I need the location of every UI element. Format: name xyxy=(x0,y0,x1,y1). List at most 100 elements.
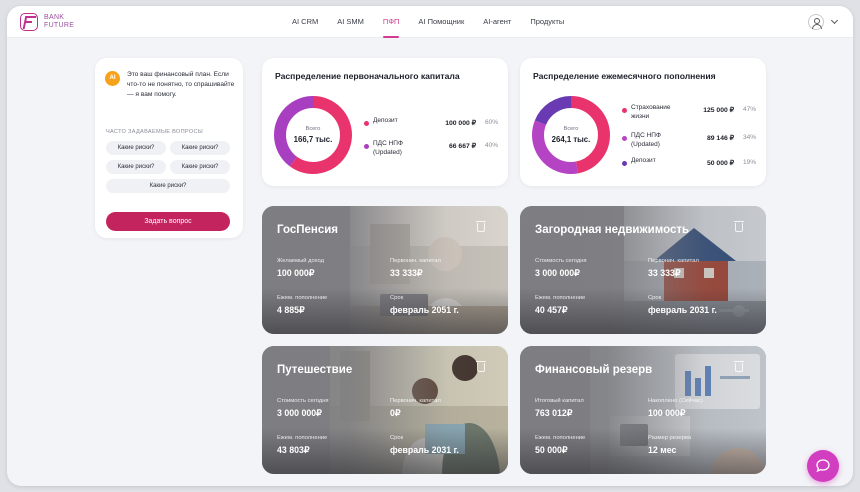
goal-value: февраль 2031 г. xyxy=(390,445,459,455)
goal-value: 3 000 000₽ xyxy=(277,408,322,418)
legend-percent: 47% xyxy=(742,106,756,113)
goal-label: Срок xyxy=(390,295,404,301)
chat-bubble-icon xyxy=(816,459,830,472)
legend-row: Депозит 100 000 ₽ 60% xyxy=(364,115,499,135)
goal-card-reserve[interactable]: Финансовый резерв Итоговый капитал 763 0… xyxy=(520,346,766,474)
legend-name: ПДС НПФ (Updated) xyxy=(631,132,661,148)
goal-label: Ежем. пополнение xyxy=(277,435,328,441)
goal-label: Первонач. капитал xyxy=(648,258,699,264)
goal-label: Стоимость сегодня xyxy=(277,398,329,404)
legend-amount: 50 000 ₽ xyxy=(706,160,734,167)
legend-amount: 125 000 ₽ xyxy=(703,107,734,114)
goal-label: Желаемый доход xyxy=(277,258,324,264)
main-nav: AI CRM AI SMM ПФП AI Помощник AI-агент П… xyxy=(292,6,583,38)
faq-chip[interactable]: Какие риски? xyxy=(106,179,230,193)
assistant-message: Это ваш финансовый план. Если что-то не … xyxy=(127,71,235,98)
trash-icon[interactable] xyxy=(476,361,486,372)
goal-value: 4 885₽ xyxy=(277,305,305,315)
goal-label: Итоговый капитал xyxy=(535,398,584,404)
nav-item-ai-smm[interactable]: AI SMM xyxy=(337,6,364,38)
legend-row: ПДС НПФ (Updated) 66 667 ₽ 40% xyxy=(364,138,499,158)
capital-distribution-card: Распределение первоначального капитала В… xyxy=(262,58,508,186)
nav-item-products[interactable]: Продукты xyxy=(530,6,564,38)
goal-label: Накоплено (Сейчас) xyxy=(648,398,703,404)
user-avatar-icon[interactable] xyxy=(808,14,824,30)
assistant-panel: AI Это ваш финансовый план. Если что-то … xyxy=(95,58,243,238)
donut-total-label: Всего xyxy=(563,126,579,132)
goal-value: 12 мес xyxy=(648,445,677,455)
legend-dot xyxy=(622,161,627,166)
nav-item-ai-crm[interactable]: AI CRM xyxy=(292,6,318,38)
monthly-distribution-card: Распределение ежемесячного пополнения Вс… xyxy=(520,58,766,186)
trash-icon[interactable] xyxy=(734,221,744,232)
faq-chip[interactable]: Какие риски? xyxy=(170,160,230,174)
legend-name: Депозит xyxy=(631,157,656,164)
legend-amount: 66 667 ₽ xyxy=(448,143,476,150)
goal-value: 3 000 000₽ xyxy=(535,268,580,278)
donut-total-value: 264,1 тыс. xyxy=(551,135,591,144)
card-title: Распределение первоначального капитала xyxy=(275,71,460,81)
trash-icon[interactable] xyxy=(476,221,486,232)
goal-title: ГосПенсия xyxy=(277,224,338,236)
goal-title: Загородная недвижимость xyxy=(535,224,690,236)
goal-value: 33 333₽ xyxy=(648,268,681,278)
nav-item-ai-agent[interactable]: AI-агент xyxy=(483,6,511,38)
logo-line-2: FUTURE xyxy=(44,22,75,29)
logo-mark-icon xyxy=(20,13,38,31)
goal-value: 40 457₽ xyxy=(535,305,568,315)
legend-amount: 100 000 ₽ xyxy=(445,120,476,127)
legend-dot xyxy=(364,121,369,126)
legend-percent: 19% xyxy=(742,159,756,166)
legend-row: ПДС НПФ (Updated) 89 146 ₽ 34% xyxy=(622,130,757,150)
donut-total-value: 166,7 тыс. xyxy=(293,135,333,144)
logo-text: BANK FUTURE xyxy=(44,14,74,30)
goal-label: Первонач. капитал xyxy=(390,258,441,264)
ask-question-button[interactable]: Задать вопрос xyxy=(106,212,230,231)
goal-label: Ежем. пополнение xyxy=(277,295,328,301)
legend-row: Страхование жизни 125 000 ₽ 47% xyxy=(622,102,757,122)
goal-value: 50 000₽ xyxy=(535,445,568,455)
legend-name: Депозит xyxy=(373,117,398,124)
goal-value: 100 000₽ xyxy=(648,408,686,418)
goal-value: 0₽ xyxy=(390,408,401,418)
goal-label: Ежем. пополнение xyxy=(535,295,586,301)
trash-icon[interactable] xyxy=(734,361,744,372)
goal-value: февраль 2031 г. xyxy=(648,305,717,315)
goal-value: 33 333₽ xyxy=(390,268,423,278)
legend-name: Страхование жизни xyxy=(631,104,671,120)
chat-fab-button[interactable] xyxy=(807,450,839,482)
goal-label: Ежем. пополнение xyxy=(535,435,586,441)
goal-title: Путешествие xyxy=(277,364,353,376)
goal-label: Стоимость сегодня xyxy=(535,258,587,264)
goal-title: Финансовый резерв xyxy=(535,364,653,376)
top-bar: BANK FUTURE AI CRM AI SMM ПФП AI Помощни… xyxy=(7,6,853,38)
legend-dot xyxy=(622,136,627,141)
faq-chip[interactable]: Какие риски? xyxy=(106,160,166,174)
logo[interactable]: BANK FUTURE xyxy=(20,13,74,31)
legend-name: ПДС НПФ (Updated) xyxy=(373,140,403,156)
goal-value: февраль 2051 г. xyxy=(390,305,459,315)
logo-line-1: BANK xyxy=(44,14,65,21)
goal-value: 763 012₽ xyxy=(535,408,573,418)
goal-card-travel[interactable]: Путешествие Стоимость сегодня 3 000 000₽… xyxy=(262,346,508,474)
app-window: BANK FUTURE AI CRM AI SMM ПФП AI Помощни… xyxy=(7,6,853,486)
legend-amount: 89 146 ₽ xyxy=(706,135,734,142)
legend-percent: 40% xyxy=(484,142,498,149)
legend-dot xyxy=(364,144,369,149)
goal-card-country-house[interactable]: Загородная недвижимость Стоимость сегодн… xyxy=(520,206,766,334)
nav-item-ai-assistant[interactable]: AI Помощник xyxy=(418,6,464,38)
donut-total-label: Всего xyxy=(305,126,321,132)
legend-percent: 60% xyxy=(484,119,498,126)
card-title: Распределение ежемесячного пополнения xyxy=(533,71,716,81)
goal-label: Срок xyxy=(648,295,662,301)
faq-chip[interactable]: Какие риски? xyxy=(170,141,230,155)
goal-card-pension[interactable]: ГосПенсия Желаемый доход 100 000₽ Первон… xyxy=(262,206,508,334)
faq-title: ЧАСТО ЗАДАВАЕМЫЕ ВОПРОСЫ xyxy=(106,129,204,135)
goal-label: Срок xyxy=(390,435,404,441)
faq-chip[interactable]: Какие риски? xyxy=(106,141,166,155)
goal-value: 100 000₽ xyxy=(277,268,315,278)
chevron-down-icon[interactable] xyxy=(830,16,839,25)
legend-dot xyxy=(622,108,627,113)
nav-item-pfp[interactable]: ПФП xyxy=(382,6,400,38)
goal-value: 43 803₽ xyxy=(277,445,310,455)
